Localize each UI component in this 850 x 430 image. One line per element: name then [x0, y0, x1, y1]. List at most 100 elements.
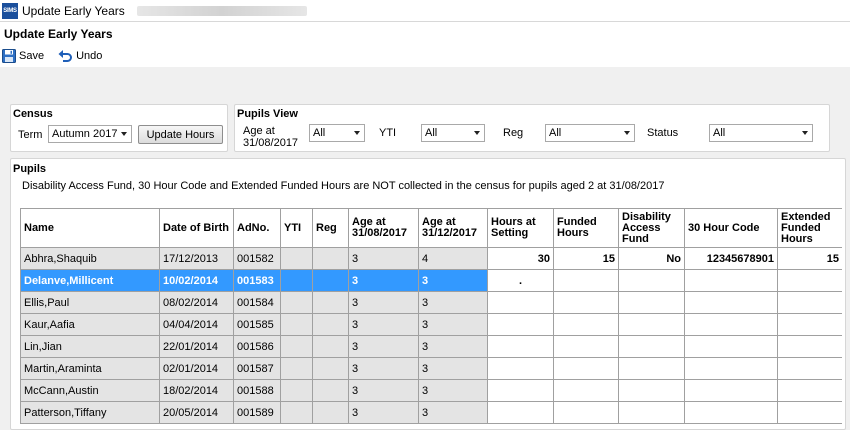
cell-hours-at-setting[interactable] — [487, 313, 554, 336]
column-header-reg[interactable]: Reg — [312, 208, 349, 248]
cell-hours-at-setting[interactable] — [487, 291, 554, 314]
window-titlebar: SIMS Update Early Years — [0, 0, 850, 22]
column-header-age-dec[interactable]: Age at 31/12/2017 — [418, 208, 488, 248]
update-hours-button[interactable]: Update Hours — [138, 125, 223, 144]
cell-hours-at-setting[interactable]: . — [487, 269, 554, 292]
table-row[interactable]: Patterson,Tiffany 20/05/2014 001589 3 3 — [20, 401, 842, 424]
cell-disability-access-fund[interactable] — [618, 291, 685, 314]
census-panel: Census Term Autumn 2017 Update Hours — [10, 104, 228, 152]
cell-extended-funded-hours[interactable] — [777, 291, 842, 314]
term-select[interactable]: Autumn 2017 — [48, 125, 132, 143]
cell-disability-access-fund[interactable] — [618, 379, 685, 402]
table-row[interactable]: McCann,Austin 18/02/2014 001588 3 3 — [20, 379, 842, 402]
cell-code-30-hour[interactable] — [684, 379, 778, 402]
cell-extended-funded-hours[interactable] — [777, 379, 842, 402]
column-header-funded-hours[interactable]: Funded Hours — [553, 208, 619, 248]
chevron-down-icon[interactable] — [798, 125, 812, 141]
cell-adno: 001586 — [233, 335, 281, 358]
cell-funded-hours[interactable] — [553, 269, 619, 292]
undo-button[interactable]: Undo — [58, 49, 102, 63]
cell-code-30-hour[interactable] — [684, 313, 778, 336]
cell-extended-funded-hours[interactable] — [777, 357, 842, 380]
cell-funded-hours[interactable]: 15 — [553, 247, 619, 270]
cell-disability-access-fund[interactable] — [618, 357, 685, 380]
chevron-down-icon[interactable] — [117, 126, 131, 142]
status-select[interactable]: All — [709, 124, 813, 142]
cell-code-30-hour[interactable] — [684, 269, 778, 292]
yti-label: YTI — [379, 127, 397, 139]
column-header-code-30-hour[interactable]: 30 Hour Code — [684, 208, 778, 248]
table-header-row: Name Date of Birth AdNo. YTI Reg Age at 31/08… — [20, 208, 842, 248]
table-row[interactable]: Kaur,Aafia 04/04/2014 001585 3 3 — [20, 313, 842, 336]
cell-disability-access-fund[interactable] — [618, 401, 685, 424]
cell-extended-funded-hours[interactable] — [777, 335, 842, 358]
chevron-down-icon[interactable] — [470, 125, 484, 141]
cell-disability-access-fund[interactable]: No — [618, 247, 685, 270]
redacted-school-name — [136, 5, 307, 16]
cell-age-dec: 4 — [418, 247, 488, 270]
cell-reg — [312, 401, 349, 424]
cell-hours-at-setting[interactable] — [487, 379, 554, 402]
table-row[interactable]: Ellis,Paul 08/02/2014 001584 3 3 — [20, 291, 842, 314]
column-header-name[interactable]: Name — [20, 208, 160, 248]
cell-dob: 22/01/2014 — [159, 335, 234, 358]
cell-yti — [280, 313, 313, 336]
cell-hours-at-setting[interactable] — [487, 401, 554, 424]
cell-funded-hours[interactable] — [553, 379, 619, 402]
cell-funded-hours[interactable] — [553, 335, 619, 358]
cell-age-aug: 3 — [348, 247, 419, 270]
cell-extended-funded-hours[interactable]: 15 — [777, 247, 842, 270]
cell-adno: 001589 — [233, 401, 281, 424]
cell-hours-at-setting[interactable] — [487, 357, 554, 380]
cell-age-dec: 3 — [418, 379, 488, 402]
cell-disability-access-fund[interactable] — [618, 313, 685, 336]
cell-code-30-hour[interactable]: 12345678901 — [684, 247, 778, 270]
cell-age-aug: 3 — [348, 357, 419, 380]
pupils-view-title: Pupils View — [237, 108, 298, 120]
cell-funded-hours[interactable] — [553, 313, 619, 336]
age-filter-select[interactable]: All — [309, 124, 365, 142]
undo-arrow-icon — [58, 50, 73, 62]
cell-extended-funded-hours[interactable] — [777, 269, 842, 292]
cell-adno: 001583 — [233, 269, 281, 292]
cell-hours-at-setting[interactable]: 30 — [487, 247, 554, 270]
yti-select[interactable]: All — [421, 124, 485, 142]
cell-age-dec: 3 — [418, 357, 488, 380]
column-header-adno[interactable]: AdNo. — [233, 208, 281, 248]
cell-code-30-hour[interactable] — [684, 401, 778, 424]
table-row[interactable]: Martin,Araminta 02/01/2014 001587 3 3 — [20, 357, 842, 380]
cell-funded-hours[interactable] — [553, 357, 619, 380]
cell-name: Lin,Jian — [20, 335, 160, 358]
table-row[interactable]: Abhra,Shaquib 17/12/2013 001582 3 4 30 15 No 123… — [20, 247, 842, 270]
table-row[interactable]: Delanve,Millicent 10/02/2014 001583 3 3. — [20, 269, 842, 292]
window-title: Update Early Years — [22, 3, 125, 18]
page-header: Update Early Years Save Undo — [0, 22, 850, 67]
cell-funded-hours[interactable] — [553, 291, 619, 314]
save-button[interactable]: Save — [2, 49, 44, 63]
reg-select[interactable]: All — [545, 124, 635, 142]
cell-name: McCann,Austin — [20, 379, 160, 402]
cell-code-30-hour[interactable] — [684, 291, 778, 314]
column-header-hours-at-setting[interactable]: Hours at Setting — [487, 208, 554, 248]
cell-yti — [280, 247, 313, 270]
cell-disability-access-fund[interactable] — [618, 335, 685, 358]
cell-code-30-hour[interactable] — [684, 335, 778, 358]
table-row[interactable]: Lin,Jian 22/01/2014 001586 3 3 — [20, 335, 842, 358]
cell-hours-at-setting[interactable] — [487, 335, 554, 358]
cell-funded-hours[interactable] — [553, 401, 619, 424]
chevron-down-icon[interactable] — [350, 125, 364, 141]
cell-code-30-hour[interactable] — [684, 357, 778, 380]
chevron-down-icon[interactable] — [620, 125, 634, 141]
column-header-extended-funded-hours[interactable]: Extended Funded Hours — [777, 208, 842, 248]
cell-reg — [312, 313, 349, 336]
cell-yti — [280, 379, 313, 402]
column-header-disability-access-fund[interactable]: Disability Access Fund — [618, 208, 685, 248]
cell-extended-funded-hours[interactable] — [777, 313, 842, 336]
column-header-age-aug[interactable]: Age at 31/08/2017 — [348, 208, 419, 248]
cell-dob: 17/12/2013 — [159, 247, 234, 270]
cell-disability-access-fund[interactable] — [618, 269, 685, 292]
cell-extended-funded-hours[interactable] — [777, 401, 842, 424]
column-header-dob[interactable]: Date of Birth — [159, 208, 234, 248]
save-label: Save — [19, 50, 45, 62]
column-header-yti[interactable]: YTI — [280, 208, 313, 248]
